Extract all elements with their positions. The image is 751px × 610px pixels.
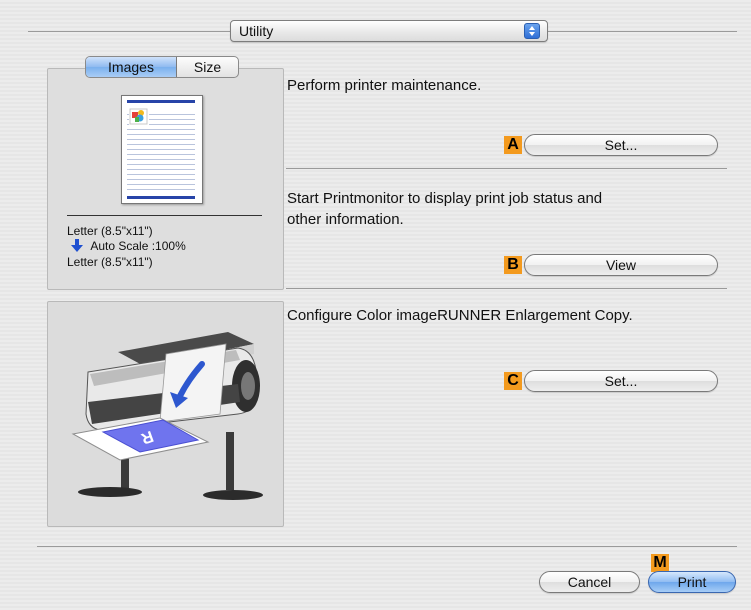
cancel-button[interactable]: Cancel [539, 571, 640, 593]
maintenance-description: Perform printer maintenance. [287, 77, 482, 94]
maintenance-set-button[interactable]: Set... [524, 134, 718, 156]
printmonitor-description-line1: Start Printmonitor to display print job … [287, 190, 603, 207]
paper-image-icon [129, 107, 149, 126]
header-divider-left [28, 31, 230, 32]
marker-b: B [504, 256, 522, 274]
footer-divider [37, 546, 737, 547]
preview-tab-control[interactable]: Images Size [85, 56, 239, 78]
utility-popup[interactable]: Utility [230, 20, 548, 42]
paper-header-bar [127, 100, 195, 103]
section-divider-1 [286, 168, 727, 169]
enlargement-copy-set-button[interactable]: Set... [524, 370, 718, 392]
header-divider-right [548, 31, 737, 32]
enlargement-copy-description: Configure Color imageRUNNER Enlargement … [287, 307, 633, 324]
print-button[interactable]: Print [648, 571, 736, 593]
marker-c: C [504, 372, 522, 390]
marker-m: M [651, 554, 669, 572]
tab-images[interactable]: Images [86, 57, 177, 77]
popup-stepper-icon [524, 23, 540, 39]
auto-scale-label: Auto Scale :100% [90, 239, 186, 253]
tab-size[interactable]: Size [177, 57, 238, 77]
down-arrow-icon [71, 239, 83, 252]
utility-popup-label: Utility [239, 23, 274, 39]
section-divider-2 [286, 288, 727, 289]
printer-icon: R [71, 332, 263, 500]
output-size-label: Letter (8.5"x11") [67, 255, 153, 269]
preview-divider [67, 215, 262, 216]
marker-a: A [504, 136, 522, 154]
auto-scale-row: Auto Scale :100% [71, 239, 186, 253]
printer-illustration-panel: R [47, 301, 284, 527]
paper-footer-bar [127, 196, 195, 199]
paper-size-label: Letter (8.5"x11") [67, 224, 153, 238]
paper-preview [121, 95, 203, 204]
printmonitor-description-line2: other information. [287, 211, 404, 228]
printmonitor-view-button[interactable]: View [524, 254, 718, 276]
